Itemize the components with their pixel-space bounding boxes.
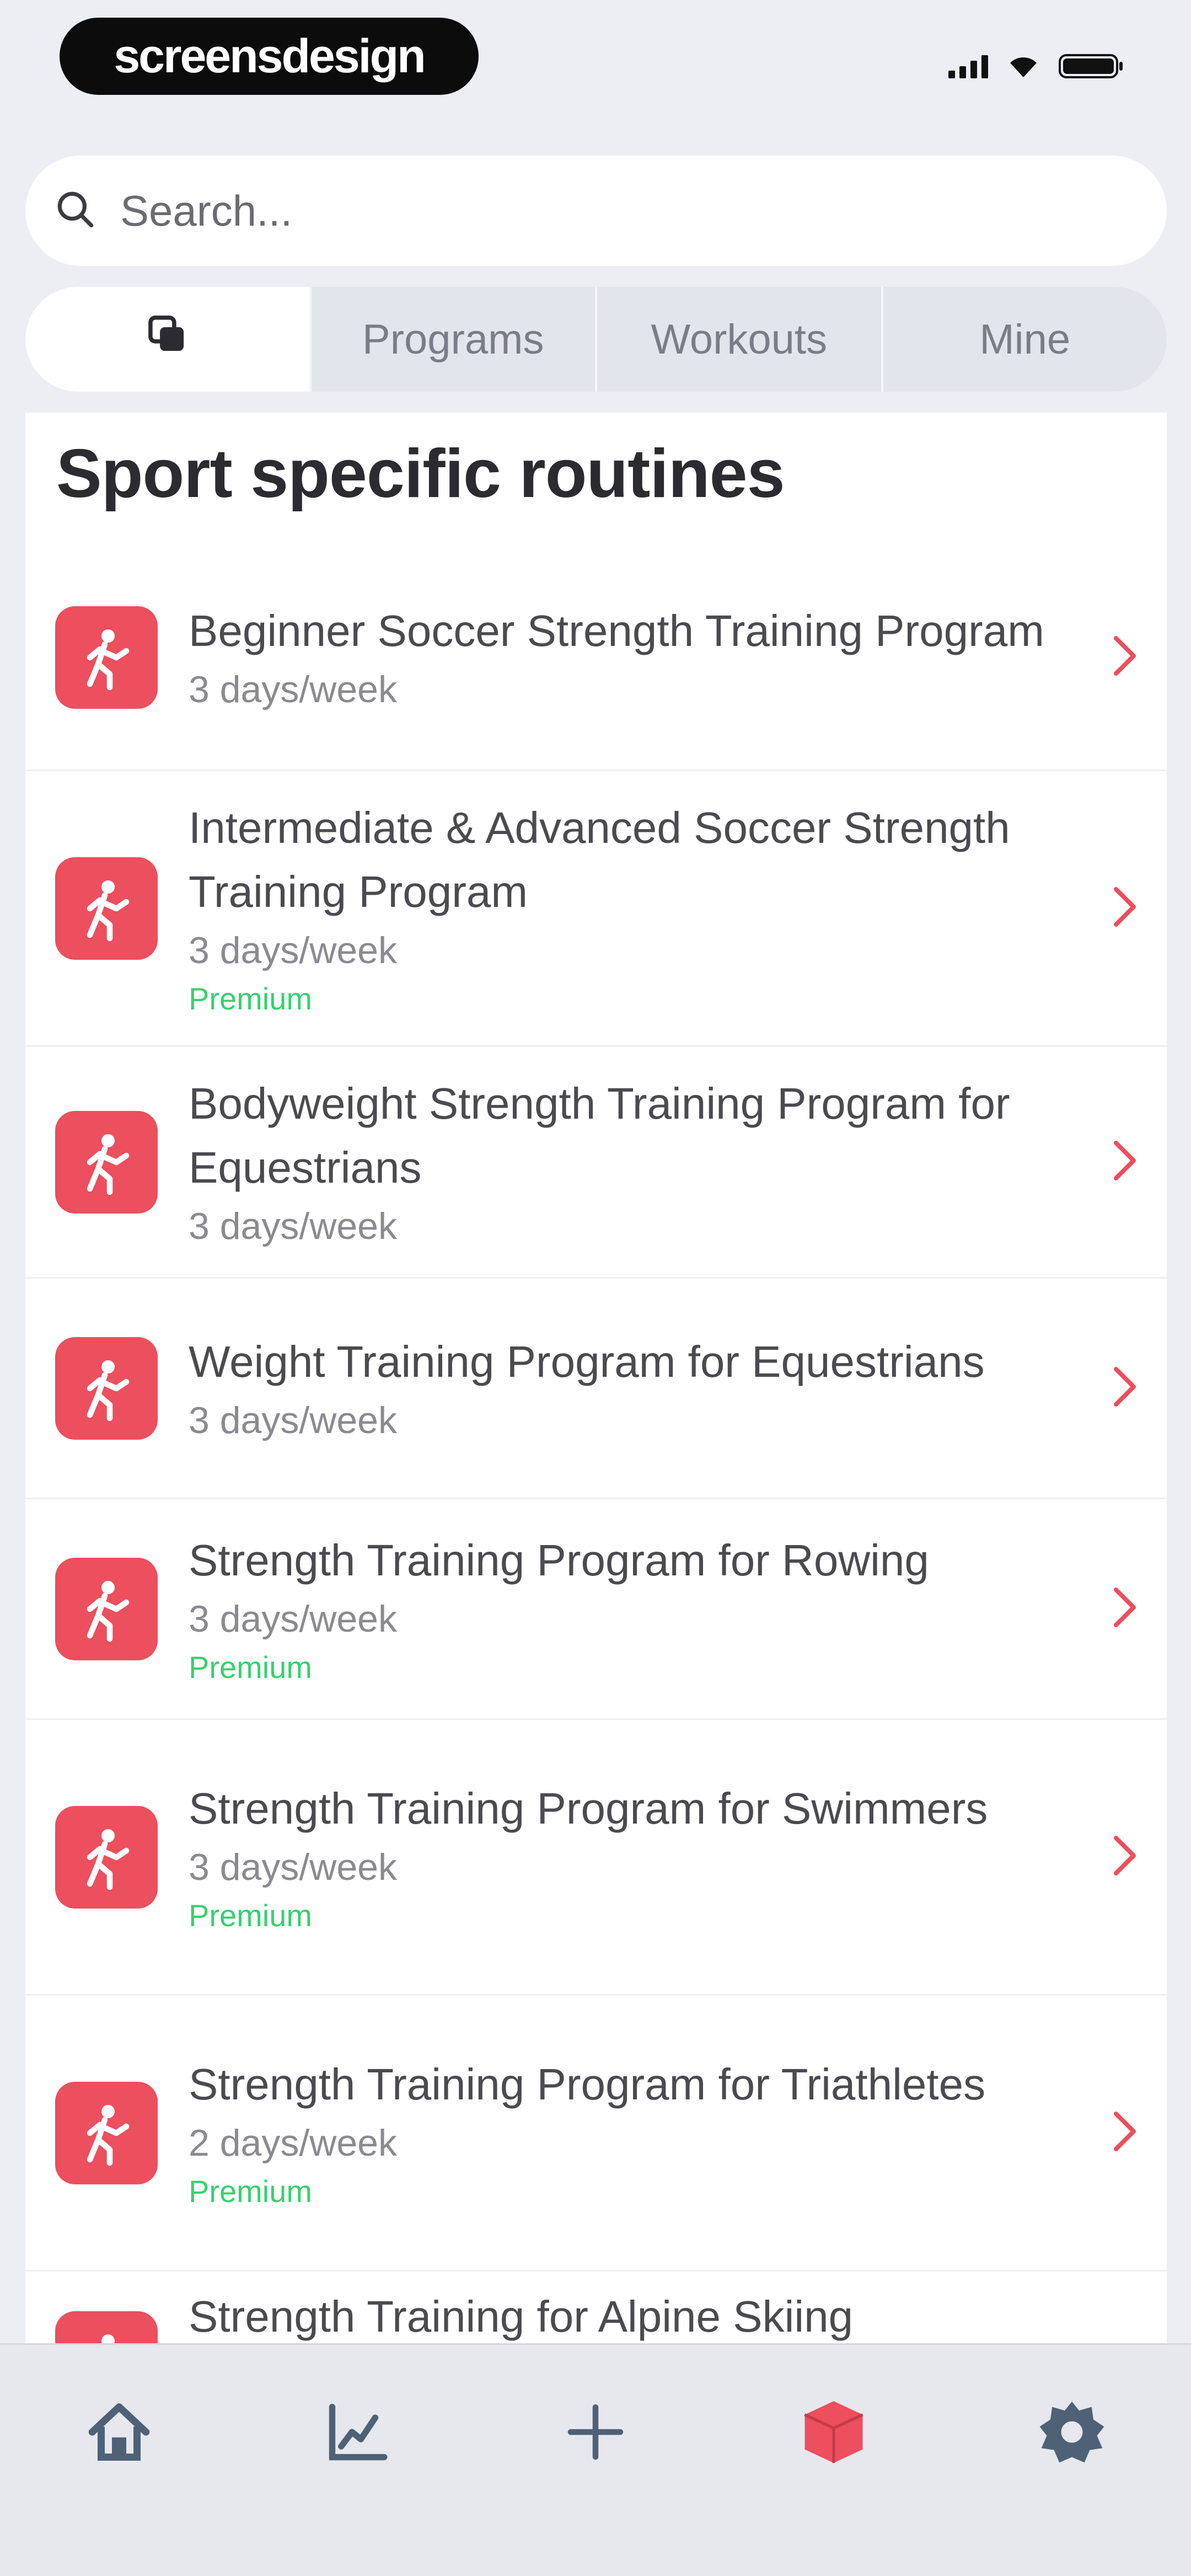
list-item[interactable]: Strength Training Program for Swimmers 3… bbox=[25, 1720, 1167, 1996]
premium-badge: Premium bbox=[189, 1649, 313, 1685]
tab-workouts[interactable]: Workouts bbox=[595, 287, 881, 392]
routine-title: Strength Training Program for Swimmers bbox=[189, 1783, 988, 1833]
list-item[interactable]: Weight Training Program for Equestrians … bbox=[25, 1279, 1167, 1499]
athlete-icon bbox=[55, 1337, 158, 1440]
routine-frequency: 3 days/week bbox=[189, 929, 397, 971]
chevron-right-icon bbox=[1112, 2109, 1138, 2156]
status-bar: screensdesign bbox=[0, 0, 1191, 116]
routine-title: Strength Training Program for Rowing bbox=[189, 1535, 929, 1585]
cube-icon bbox=[795, 2393, 872, 2473]
battery-icon bbox=[1059, 53, 1125, 79]
search-bar[interactable] bbox=[25, 156, 1167, 266]
search-icon bbox=[53, 187, 98, 235]
app-screen: screensdesign Search... Programs Workout… bbox=[0, 0, 1191, 2576]
nav-routines[interactable] bbox=[779, 2378, 889, 2488]
premium-badge: Premium bbox=[189, 1898, 313, 1933]
list-item[interactable]: Strength Training Program for Rowing 3 d… bbox=[25, 1499, 1167, 1720]
tab-all[interactable] bbox=[25, 287, 309, 392]
chevron-right-icon bbox=[1112, 885, 1138, 932]
routine-frequency: 3 days/week bbox=[189, 668, 397, 710]
routine-title: Strength Training for Alpine Skiing bbox=[189, 2292, 854, 2341]
list-item[interactable]: Intermediate & Advanced Soccer Strength … bbox=[25, 771, 1167, 1047]
plus-icon bbox=[562, 2399, 629, 2468]
status-icons bbox=[948, 53, 1125, 79]
athlete-icon bbox=[55, 2081, 158, 2184]
list-item[interactable]: Bodyweight Strength Training Program for… bbox=[25, 1047, 1167, 1279]
gear-icon bbox=[1036, 2396, 1108, 2471]
routine-title: Intermediate & Advanced Soccer Strength … bbox=[189, 803, 1010, 916]
routine-title: Weight Training Program for Equestrians bbox=[189, 1337, 985, 1386]
premium-badge: Premium bbox=[189, 2173, 313, 2209]
nav-add[interactable] bbox=[540, 2378, 651, 2488]
athlete-icon bbox=[55, 1110, 158, 1214]
copy-icon bbox=[143, 311, 191, 368]
routine-title: Bodyweight Strength Training Program for… bbox=[189, 1078, 1010, 1192]
chevron-right-icon bbox=[1112, 634, 1138, 681]
tab-mine[interactable]: Mine bbox=[881, 287, 1167, 392]
nav-settings[interactable] bbox=[1017, 2378, 1127, 2488]
routine-frequency: 3 days/week bbox=[189, 1846, 397, 1888]
nav-home[interactable] bbox=[64, 2378, 174, 2488]
list-item[interactable]: Strength Training Program for Triathlete… bbox=[25, 1996, 1167, 2272]
chart-icon bbox=[321, 2396, 393, 2471]
routine-frequency: 2 days/week bbox=[189, 2121, 397, 2164]
search-input[interactable] bbox=[120, 185, 1113, 236]
bottom-nav bbox=[0, 2343, 1191, 2576]
routine-frequency: 3 days/week bbox=[189, 1205, 397, 1247]
chevron-right-icon bbox=[1112, 1139, 1138, 1185]
athlete-icon bbox=[55, 1805, 158, 1909]
athlete-icon bbox=[55, 1557, 158, 1660]
chevron-right-icon bbox=[1112, 1585, 1138, 1632]
filter-tabs: Programs Workouts Mine bbox=[25, 287, 1167, 392]
athlete-icon bbox=[55, 2311, 158, 2343]
routine-title: Beginner Soccer Strength Training Progra… bbox=[189, 606, 1044, 655]
list-item[interactable]: Strength Training for Alpine Skiing bbox=[25, 2272, 1167, 2343]
section-title: Sport specific routines bbox=[56, 436, 785, 512]
premium-badge: Premium bbox=[189, 981, 313, 1016]
nav-progress[interactable] bbox=[302, 2378, 412, 2488]
routine-title: Strength Training Program for Triathlete… bbox=[189, 2059, 986, 2109]
routine-frequency: 3 days/week bbox=[189, 1597, 397, 1640]
list-item[interactable]: Beginner Soccer Strength Training Progra… bbox=[25, 545, 1167, 771]
chevron-right-icon bbox=[1112, 1834, 1138, 1880]
chevron-right-icon bbox=[1112, 1365, 1138, 1412]
athlete-icon bbox=[55, 606, 158, 709]
routines-card: Sport specific routines Beginner Soccer … bbox=[25, 413, 1167, 2343]
home-icon bbox=[83, 2396, 155, 2471]
routine-list: Beginner Soccer Strength Training Progra… bbox=[25, 545, 1167, 2343]
routine-frequency: 3 days/week bbox=[189, 1399, 397, 1441]
signal-icon bbox=[948, 54, 988, 78]
tab-programs[interactable]: Programs bbox=[309, 287, 596, 392]
athlete-icon bbox=[55, 857, 158, 960]
brand-badge: screensdesign bbox=[60, 18, 479, 95]
wifi-icon bbox=[1007, 54, 1040, 78]
